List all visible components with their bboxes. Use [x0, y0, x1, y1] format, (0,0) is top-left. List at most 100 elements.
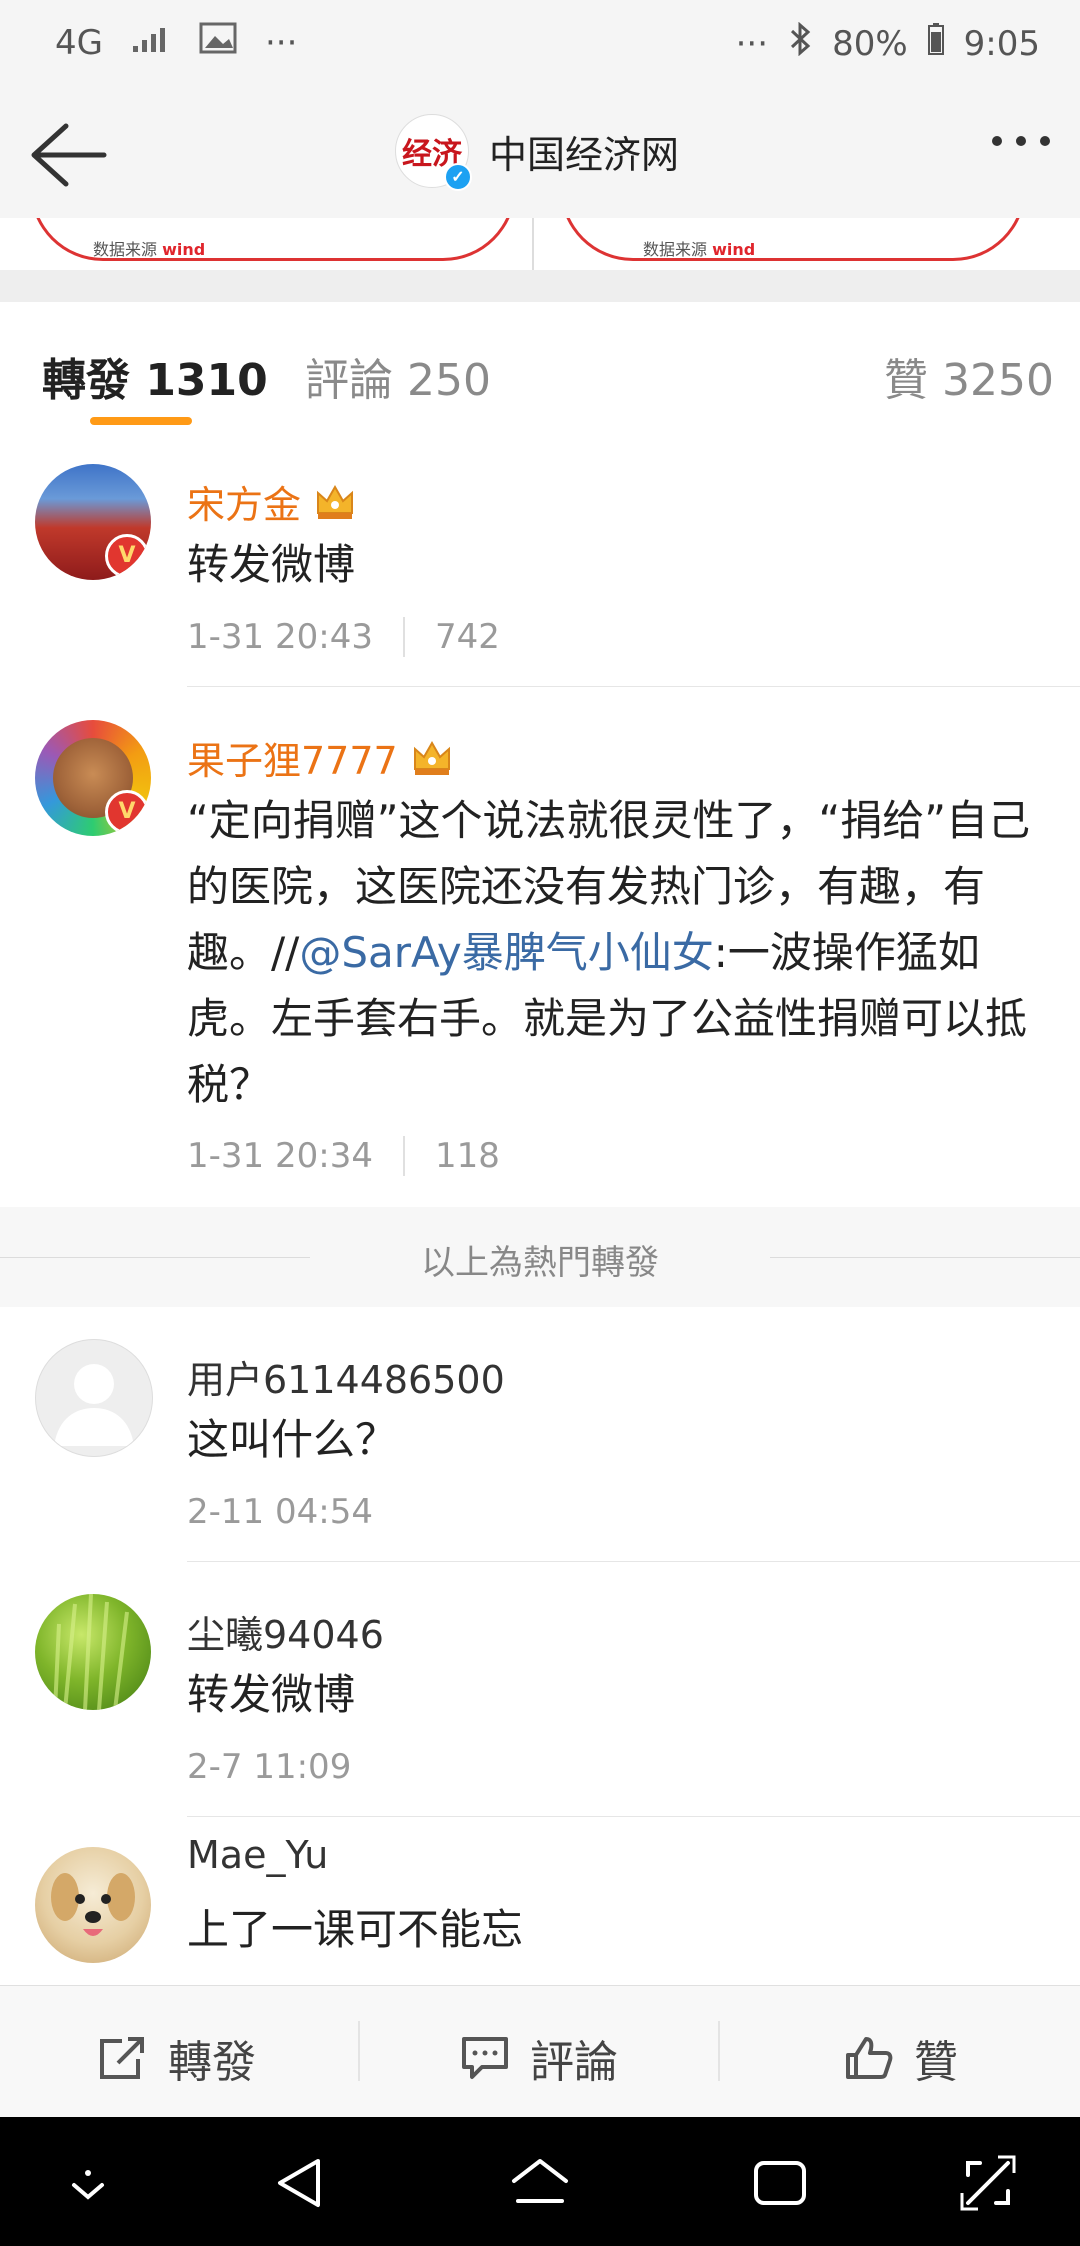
- status-bar: 4G ··· ··· 80% 9:05: [0, 0, 1080, 90]
- image-divider: [532, 218, 534, 270]
- account-avatar[interactable]: 经济 ✓: [395, 114, 472, 191]
- gallery-notification-icon: [199, 22, 237, 63]
- repost-item: 尘曦94046 转发微博 2-7 11:09: [0, 1562, 1080, 1817]
- timestamp: 1-31 20:43: [187, 617, 373, 657]
- action-divider: [718, 2021, 720, 2081]
- vip-crown-icon: [315, 483, 355, 521]
- active-tab-indicator: [90, 417, 192, 425]
- like-count[interactable]: 742: [435, 617, 500, 657]
- repost-content: 转发微博: [187, 540, 356, 589]
- repost-meta: 1-31 20:34 118: [187, 1136, 500, 1176]
- hot-reposts-separator: 以上為熱門轉發: [0, 1207, 1080, 1307]
- like-button[interactable]: 贊: [844, 2026, 958, 2090]
- repost-button[interactable]: 轉發: [98, 2026, 256, 2090]
- battery-icon: [927, 23, 944, 64]
- chevron-down-icon: [72, 2170, 104, 2200]
- back-button[interactable]: [28, 120, 108, 190]
- row-divider: [187, 686, 1080, 687]
- expand-icon: [960, 2155, 1016, 2211]
- like-label: 贊: [914, 2037, 958, 2088]
- user-avatar[interactable]: V: [35, 464, 151, 580]
- verified-icon: ✓: [444, 163, 472, 191]
- bottom-action-bar: 轉發 評論 贊: [0, 1985, 1080, 2118]
- username[interactable]: 果子狸7777: [187, 730, 452, 785]
- dot-icon: [1040, 136, 1050, 146]
- home-nav-button[interactable]: [510, 2153, 570, 2213]
- app-header: 经济 ✓ 中国经济网: [0, 90, 1080, 219]
- user-mention-link[interactable]: @SarAy暴脾气小仙女: [299, 928, 713, 977]
- bluetooth-icon: [788, 21, 812, 65]
- user-avatar[interactable]: [35, 1847, 151, 1963]
- repost-item: Mae_Yu 上了一课可不能忘: [0, 1817, 1080, 1985]
- timestamp: 1-31 20:34: [187, 1136, 373, 1176]
- post-image-right[interactable]: 数据来源 wind: [560, 218, 1026, 261]
- more-status: ···: [735, 23, 769, 64]
- verified-icon: V: [105, 534, 149, 578]
- username[interactable]: Mae_Yu: [187, 1833, 328, 1877]
- repost-content: “定向捐赠”这个说法就很灵性了，“捐给”自己的医院，这医院还没有发热门诊，有趣，…: [187, 796, 1031, 1109]
- tab-comments[interactable]: 評論 250: [305, 344, 491, 408]
- more-notifications: ···: [264, 22, 298, 63]
- battery-level: 80%: [832, 23, 908, 64]
- timestamp: 2-7 11:09: [187, 1747, 352, 1787]
- default-avatar-icon: [54, 1364, 134, 1446]
- back-nav-button[interactable]: [270, 2153, 330, 2213]
- comment-label: 評論: [530, 2037, 618, 2088]
- username[interactable]: 用户6114486500: [187, 1349, 505, 1404]
- more-options-button[interactable]: [992, 136, 1050, 146]
- post-image-left[interactable]: 数据来源 wind: [30, 218, 516, 261]
- repost-label: 轉發: [168, 2037, 256, 2088]
- dot-icon: [1016, 136, 1026, 146]
- verified-icon: V: [105, 790, 149, 834]
- tab-bar: 轉發 1310 評論 250 贊 3250: [0, 302, 1080, 433]
- user-avatar[interactable]: [35, 1339, 153, 1457]
- hide-keyboard-button[interactable]: [58, 2153, 118, 2213]
- recents-icon: [754, 2161, 806, 2205]
- image-caption: 数据来源 wind: [93, 240, 206, 259]
- timestamp: 2-11 04:54: [187, 1492, 373, 1532]
- separator-label: 以上為熱門轉發: [421, 1243, 659, 1283]
- repost-meta: 2-7 11:09: [187, 1747, 351, 1787]
- comment-button[interactable]: 評論: [460, 2026, 618, 2090]
- section-gap: [0, 270, 1080, 302]
- system-nav-bar: [0, 2117, 1080, 2246]
- repost-content: 上了一课可不能忘: [187, 1905, 524, 1954]
- user-avatar[interactable]: V: [35, 720, 151, 836]
- home-icon: [512, 2159, 568, 2203]
- avatar-image: [51, 1873, 135, 1936]
- thumbs-up-icon: [846, 2037, 893, 2079]
- network-indicator: 4G: [55, 22, 103, 63]
- page-title: 中国经济网: [489, 132, 680, 177]
- account-header[interactable]: 经济 ✓ 中国经济网: [395, 114, 680, 191]
- tab-likes[interactable]: 贊 3250: [884, 344, 1054, 408]
- meta-separator: [402, 1136, 405, 1176]
- repost-icon: [100, 2037, 144, 2079]
- back-triangle-icon: [278, 2159, 320, 2207]
- back-arrow-icon: [31, 123, 107, 187]
- username[interactable]: 宋方金: [187, 474, 355, 529]
- username[interactable]: 尘曦94046: [187, 1604, 384, 1659]
- expand-nav-button[interactable]: [958, 2153, 1018, 2213]
- clock: 9:05: [963, 23, 1040, 64]
- dot-icon: [992, 136, 1002, 146]
- image-caption: 数据来源 wind: [643, 240, 756, 259]
- comment-icon: [462, 2037, 508, 2079]
- tab-reposts[interactable]: 轉發 1310: [42, 344, 268, 408]
- avatar-image: [53, 1594, 129, 1710]
- repost-content: 转发微博: [187, 1670, 356, 1719]
- like-count[interactable]: 118: [435, 1136, 500, 1176]
- post-image-strip[interactable]: 数据来源 wind 数据来源 wind: [0, 218, 1080, 270]
- user-avatar[interactable]: [35, 1594, 151, 1710]
- recents-nav-button[interactable]: [750, 2153, 810, 2213]
- repost-meta: 2-11 04:54: [187, 1492, 373, 1532]
- repost-item: V 果子狸7777 “定向捐赠”这个说法就很灵性了，“捐给”自己的医院，这医院还…: [0, 688, 1080, 1207]
- repost-content: 这叫什么？: [187, 1415, 398, 1464]
- repost-item: V 宋方金 转发微博 1-31 20:43 742: [0, 432, 1080, 687]
- action-divider: [358, 2021, 360, 2081]
- repost-meta: 1-31 20:43 742: [187, 617, 500, 657]
- repost-item: 用户6114486500 这叫什么？ 2-11 04:54: [0, 1307, 1080, 1562]
- meta-separator: [402, 617, 405, 657]
- vip-crown-icon: [412, 739, 452, 777]
- separator-line: [770, 1257, 1080, 1258]
- signal-icon: [131, 24, 171, 62]
